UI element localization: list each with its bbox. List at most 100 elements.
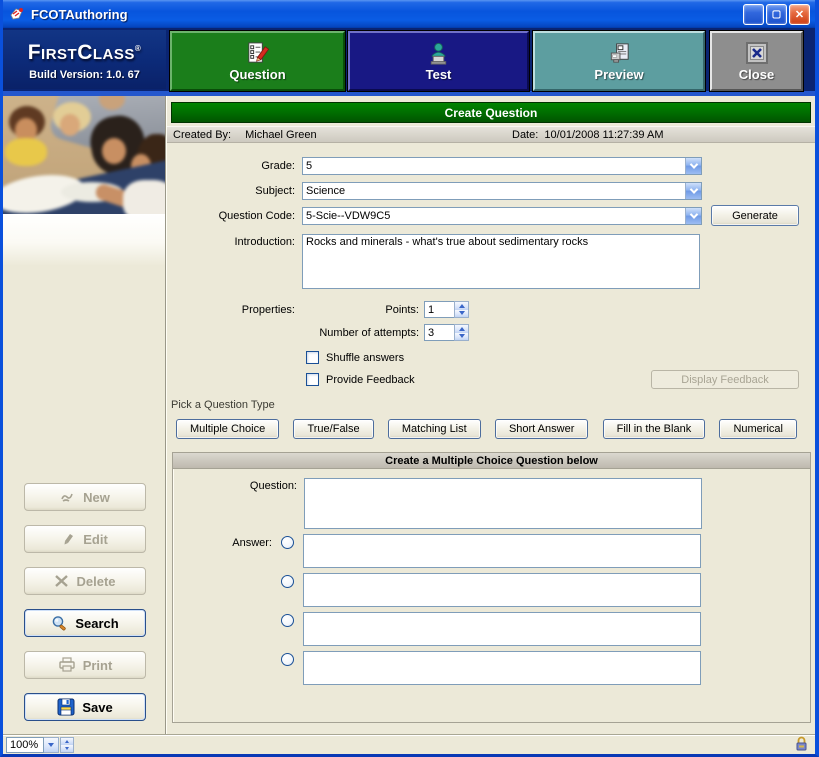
points-spin-down-icon[interactable] xyxy=(455,310,468,318)
meta-bar: Created By: Michael Green Date: 10/01/20… xyxy=(167,126,815,143)
date-value: 10/01/2008 11:27:39 AM xyxy=(544,129,663,141)
type-matching-list-button[interactable]: Matching List xyxy=(388,419,481,439)
zoom-dropdown-chevron-icon[interactable] xyxy=(44,737,59,753)
multiple-choice-header: Create a Multiple Choice Question below xyxy=(173,453,810,469)
save-floppy-icon xyxy=(57,698,75,716)
type-fill-in-the-blank-button[interactable]: Fill in the Blank xyxy=(603,419,706,439)
zoom-level-value[interactable]: 100% xyxy=(6,737,44,753)
type-multiple-choice-button[interactable]: Multiple Choice xyxy=(176,419,279,439)
close-x-icon xyxy=(744,40,770,66)
brand-panel: FirstClass® Build Version: 1.0. 67 xyxy=(3,30,166,89)
subject-value: Science xyxy=(303,185,685,197)
grade-dropdown-chevron-icon[interactable] xyxy=(685,158,701,174)
minimize-button[interactable]: _ xyxy=(743,4,764,25)
type-numerical-button[interactable]: Numerical xyxy=(719,419,797,439)
attempts-input[interactable] xyxy=(424,324,454,341)
created-by-value: Michael Green xyxy=(245,129,317,141)
type-short-answer-button[interactable]: Short Answer xyxy=(495,419,588,439)
main-panel: Create Question Created By: Michael Gree… xyxy=(166,96,815,734)
subject-dropdown-chevron-icon[interactable] xyxy=(685,183,701,199)
question-code-value: 5-Scie--VDW9C5 xyxy=(303,210,685,222)
question-label: Question: xyxy=(173,478,297,529)
attempts-label: Number of attempts: xyxy=(302,327,419,339)
print-icon xyxy=(58,657,76,673)
page-title: Create Question xyxy=(171,102,811,123)
points-input[interactable] xyxy=(424,301,454,318)
search-icon xyxy=(51,615,68,632)
generate-button[interactable]: Generate xyxy=(711,205,799,226)
attempts-stepper xyxy=(424,324,469,341)
properties-label: Properties: xyxy=(167,304,295,316)
answer-2-radio[interactable] xyxy=(281,575,294,588)
nav-question-button[interactable]: Question xyxy=(170,31,345,91)
answer-label: Answer: xyxy=(173,534,272,549)
question-type-buttons: Multiple Choice True/False Matching List… xyxy=(176,419,797,439)
grade-label: Grade: xyxy=(167,160,295,172)
points-spin-up-icon[interactable] xyxy=(455,302,468,310)
test-person-icon xyxy=(426,41,451,66)
sidebar: New Edit Delete xyxy=(3,96,166,734)
app-icon xyxy=(9,6,26,22)
zoom-control[interactable]: 100% xyxy=(6,737,74,753)
answer-1-textarea[interactable] xyxy=(303,534,701,568)
grade-value: 5 xyxy=(303,160,685,172)
app-window: FCOTAuthoring _ ▢ ✕ FirstClass® Build Ve… xyxy=(0,0,819,757)
nav-close-label: Close xyxy=(739,67,774,82)
title-bar[interactable]: FCOTAuthoring _ ▢ ✕ xyxy=(3,0,815,28)
close-button[interactable]: ✕ xyxy=(789,4,810,25)
provide-feedback-label: Provide Feedback xyxy=(326,374,415,386)
type-true-false-button[interactable]: True/False xyxy=(293,419,373,439)
delete-button[interactable]: Delete xyxy=(24,567,146,595)
answer-3-radio[interactable] xyxy=(281,614,294,627)
introduction-textarea[interactable]: Rocks and minerals - what's true about s… xyxy=(302,234,700,289)
print-button[interactable]: Print xyxy=(24,651,146,679)
save-button[interactable]: Save xyxy=(24,693,146,721)
classroom-photo xyxy=(3,96,165,214)
delete-x-icon xyxy=(54,574,69,588)
edit-pencil-icon xyxy=(62,532,76,547)
date-label: Date: xyxy=(512,129,538,141)
zoom-spin-up-icon[interactable] xyxy=(61,738,73,745)
lock-icon xyxy=(795,736,808,751)
provide-feedback-checkbox[interactable] xyxy=(306,373,319,386)
preview-document-icon xyxy=(607,41,632,66)
zoom-spin-down-icon[interactable] xyxy=(61,745,73,752)
question-textarea[interactable] xyxy=(304,478,702,529)
window-title: FCOTAuthoring xyxy=(31,7,743,22)
answer-3-textarea[interactable] xyxy=(303,612,701,646)
build-version: Build Version: 1.0. 67 xyxy=(29,69,140,81)
answer-1-radio[interactable] xyxy=(281,536,294,549)
answer-4-radio[interactable] xyxy=(281,653,294,666)
nav-preview-label: Preview xyxy=(594,67,643,82)
nav-test-button[interactable]: Test xyxy=(348,31,529,91)
new-button[interactable]: New xyxy=(24,483,146,511)
points-label: Points: xyxy=(302,304,419,316)
multiple-choice-panel: Create a Multiple Choice Question below … xyxy=(172,452,811,723)
firstclass-logo: FirstClass® xyxy=(28,38,142,64)
shuffle-answers-checkbox[interactable] xyxy=(306,351,319,364)
points-stepper xyxy=(424,301,469,318)
search-button[interactable]: Search xyxy=(24,609,146,637)
question-checklist-icon xyxy=(245,41,270,66)
attempts-spin-up-icon[interactable] xyxy=(455,325,468,333)
display-feedback-button[interactable]: Display Feedback xyxy=(651,370,799,389)
status-bar: 100% xyxy=(3,734,815,754)
answer-2-textarea[interactable] xyxy=(303,573,701,607)
zoom-stepper[interactable] xyxy=(60,737,74,753)
created-by-label: Created By: xyxy=(173,129,231,141)
question-type-section-label: Pick a Question Type xyxy=(171,399,815,411)
question-code-label: Question Code: xyxy=(167,210,295,222)
answer-4-textarea[interactable] xyxy=(303,651,701,685)
new-icon xyxy=(60,490,76,504)
nav-close-button[interactable]: Close xyxy=(710,31,803,91)
question-code-select[interactable]: 5-Scie--VDW9C5 xyxy=(302,207,702,225)
registered-mark: ® xyxy=(135,44,141,53)
nav-test-label: Test xyxy=(426,67,452,82)
question-code-dropdown-chevron-icon[interactable] xyxy=(685,208,701,224)
maximize-button[interactable]: ▢ xyxy=(766,4,787,25)
grade-select[interactable]: 5 xyxy=(302,157,702,175)
subject-select[interactable]: Science xyxy=(302,182,702,200)
edit-button[interactable]: Edit xyxy=(24,525,146,553)
attempts-spin-down-icon[interactable] xyxy=(455,333,468,341)
nav-preview-button[interactable]: Preview xyxy=(533,31,705,91)
